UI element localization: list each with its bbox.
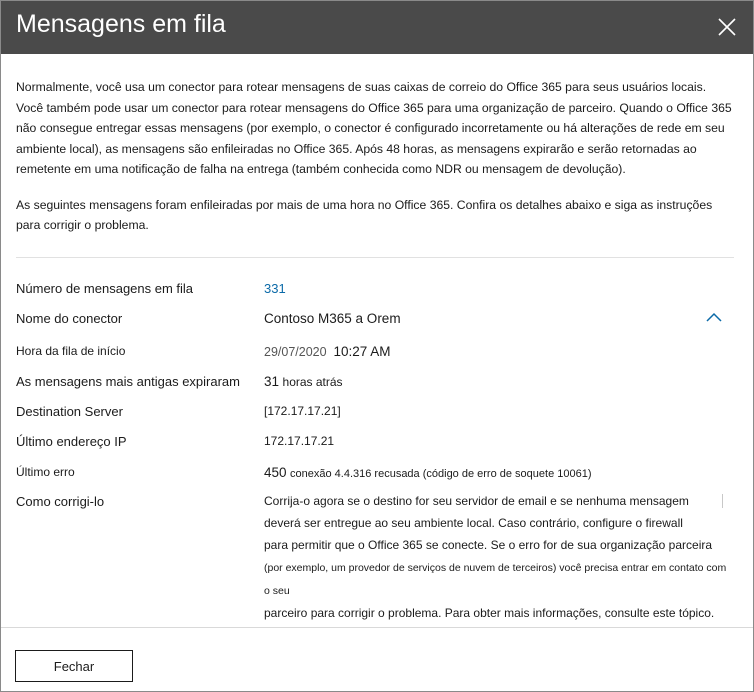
connector-name-label: Nome do conector <box>16 311 123 326</box>
oldest-expire-unit: horas atrás <box>282 375 343 389</box>
panel-title: Mensagens em fila <box>16 10 226 38</box>
queued-messages-panel: Mensagens em fila Normalmente, você usa … <box>0 0 754 692</box>
how-to-fix-label: Como corrigi-lo <box>16 494 105 509</box>
queue-start-date: 29/07/2020 <box>264 345 327 359</box>
chevron-up-icon[interactable] <box>704 308 724 328</box>
fix-line-4: (por exemplo, um provedor de serviços de… <box>264 556 734 602</box>
last-error-label: Último erro <box>16 465 75 479</box>
connector-name-value: Contoso M365 a Orem <box>264 311 401 326</box>
queue-start-time: 10:27 AM <box>333 344 391 359</box>
fix-line-5: parceiro para corrigir o problema. Para … <box>264 606 715 620</box>
section-divider <box>16 257 734 258</box>
instructions-paragraph: As seguintes mensagens foram enfileirada… <box>16 197 713 233</box>
fix-line-2: deverá ser entregue ao seu ambiente loca… <box>264 516 683 530</box>
fix-line-3: para permitir que o Office 365 se conect… <box>264 538 713 552</box>
scrollbar-indicator[interactable] <box>722 494 723 508</box>
destination-server-label: Destination Server <box>16 404 123 419</box>
oldest-expire-number: 31 <box>264 374 280 389</box>
footer-divider <box>1 627 753 628</box>
last-ip-label: Último endereço IP <box>16 434 127 449</box>
queued-count-row: Número de mensagens em fila 331 <box>16 281 736 303</box>
close-button[interactable] <box>709 9 745 45</box>
last-error-text: conexão 4.4.316 recusada (código de erro… <box>290 468 592 480</box>
queue-start-label: Hora da fila de início <box>16 344 126 358</box>
last-ip-row: Último endereço IP 172.17.17.21 <box>16 434 736 456</box>
destination-server-value: [172.17.17.21] <box>264 404 341 418</box>
queue-start-value: 29/07/2020 10:27 AM <box>264 344 391 359</box>
close-dialog-button[interactable]: Fechar <box>15 650 133 682</box>
last-error-code: 450 <box>264 465 287 480</box>
last-error-row: Último erro 450 conexão 4.4.316 recusada… <box>16 465 736 487</box>
destination-server-row: Destination Server [172.17.17.21] <box>16 404 736 426</box>
oldest-expire-label: As mensagens mais antigas expiraram <box>16 374 240 389</box>
last-ip-value: 172.17.17.21 <box>264 434 335 448</box>
last-error-value: 450 conexão 4.4.316 recusada (código de … <box>264 465 592 480</box>
queued-count-label: Número de mensagens em fila <box>16 281 194 296</box>
how-to-fix-text: Corrija-o agora se o destino for seu ser… <box>264 490 734 624</box>
intro-paragraph: Normalmente, você usa um conector para r… <box>16 80 732 176</box>
close-icon <box>718 18 736 36</box>
fix-line-1: Corrija-o agora se o destino for seu ser… <box>264 494 689 508</box>
connector-name-row: Nome do conector Contoso M365 a Orem <box>16 311 736 333</box>
panel-header: Mensagens em fila <box>1 1 753 54</box>
fix-line-4-example: (por exemplo, um provedor de serviços de… <box>264 562 557 574</box>
oldest-expire-value: 31 horas atrás <box>264 374 343 389</box>
oldest-expire-row: As mensagens mais antigas expiraram 31 h… <box>16 374 736 396</box>
queue-start-row: Hora da fila de início 29/07/2020 10:27 … <box>16 344 736 366</box>
queued-count-link[interactable]: 331 <box>264 281 286 296</box>
intro-section: Normalmente, você usa um conector para r… <box>16 77 734 236</box>
